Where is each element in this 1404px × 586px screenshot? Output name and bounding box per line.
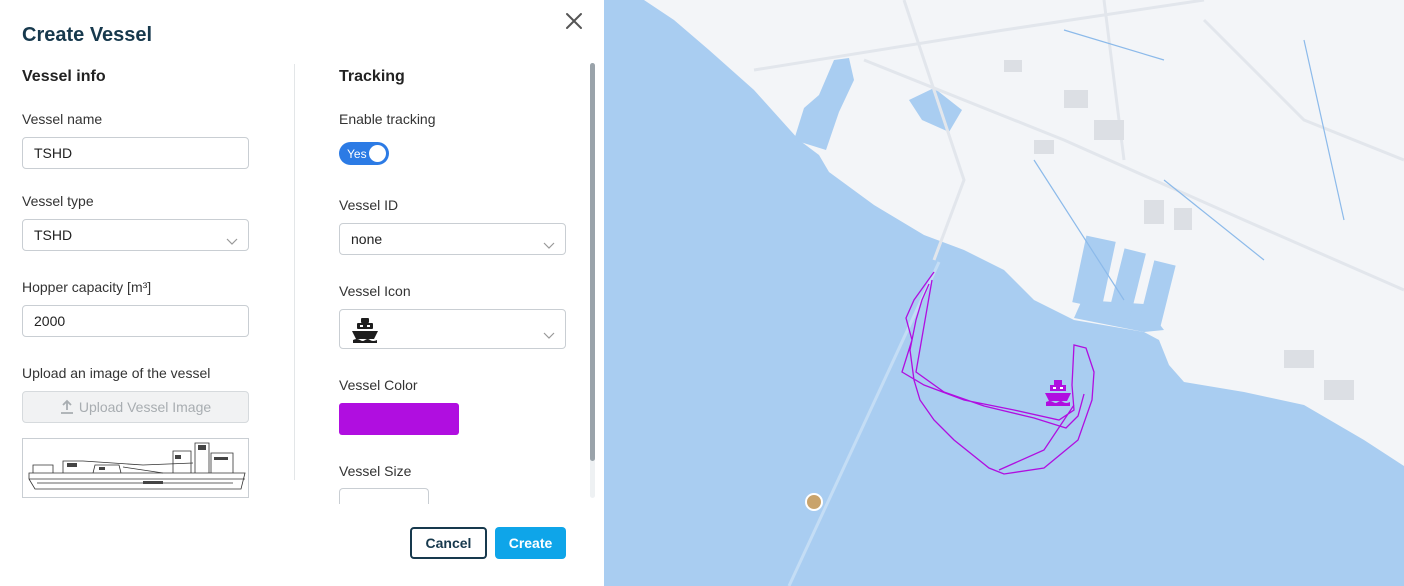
vessel-image-preview (22, 438, 249, 498)
chevron-down-icon (542, 232, 556, 249)
vessel-color-label: Vessel Color (339, 377, 418, 393)
cancel-button[interactable]: Cancel (410, 527, 487, 559)
scrollbar-thumb[interactable] (590, 63, 595, 461)
vessel-icon-select[interactable] (339, 309, 566, 349)
map-marker (805, 493, 823, 511)
vessel-info-heading: Vessel info (22, 68, 106, 85)
vessel-color-picker[interactable] (339, 403, 459, 435)
upload-icon (60, 395, 74, 414)
vessel-size-input[interactable] (339, 488, 429, 504)
vessel-icon-label: Vessel Icon (339, 283, 411, 299)
enable-tracking-toggle[interactable]: Yes (339, 142, 389, 165)
hopper-capacity-input[interactable]: 2000 (22, 305, 249, 337)
enable-tracking-label: Enable tracking (339, 111, 436, 127)
vessel-size-label: Vessel Size (339, 463, 412, 479)
vessel-type-value: TSHD (34, 227, 73, 243)
toggle-knob (369, 145, 386, 162)
vessel-type-label: Vessel type (22, 193, 94, 209)
chevron-down-icon (225, 228, 239, 245)
tracking-heading: Tracking (339, 68, 405, 85)
column-divider (294, 64, 295, 480)
vessel-marker-ship-icon (1045, 380, 1071, 406)
chevron-down-icon (542, 322, 556, 339)
shipping-channel (787, 261, 941, 586)
map-canvas (644, 0, 1404, 586)
map-view[interactable] (604, 0, 1404, 586)
hopper-capacity-label: Hopper capacity [m³] (22, 279, 152, 295)
upload-button-label: Upload Vessel Image (78, 399, 212, 415)
vessel-id-value: none (351, 231, 383, 247)
scrollbar[interactable] (590, 63, 595, 498)
vessel-id-select[interactable]: none (339, 223, 566, 255)
vessel-type-select[interactable]: TSHD (22, 219, 249, 251)
close-icon[interactable] (563, 10, 585, 32)
upload-vessel-image-button[interactable]: Upload Vessel Image (22, 391, 249, 423)
create-vessel-dialog: Create Vessel Vessel info Vessel name TS… (0, 0, 604, 586)
upload-image-label: Upload an image of the vessel (22, 365, 211, 381)
vessel-id-label: Vessel ID (339, 197, 399, 213)
ship-icon (350, 316, 380, 344)
vessel-name-label: Vessel name (22, 111, 103, 127)
vessel-name-input[interactable]: TSHD (22, 137, 249, 169)
toggle-state-label: Yes (347, 147, 367, 161)
app-root: Create Vessel Vessel info Vessel name TS… (0, 0, 1404, 586)
create-button[interactable]: Create (495, 527, 566, 559)
dialog-title: Create Vessel (22, 24, 153, 46)
